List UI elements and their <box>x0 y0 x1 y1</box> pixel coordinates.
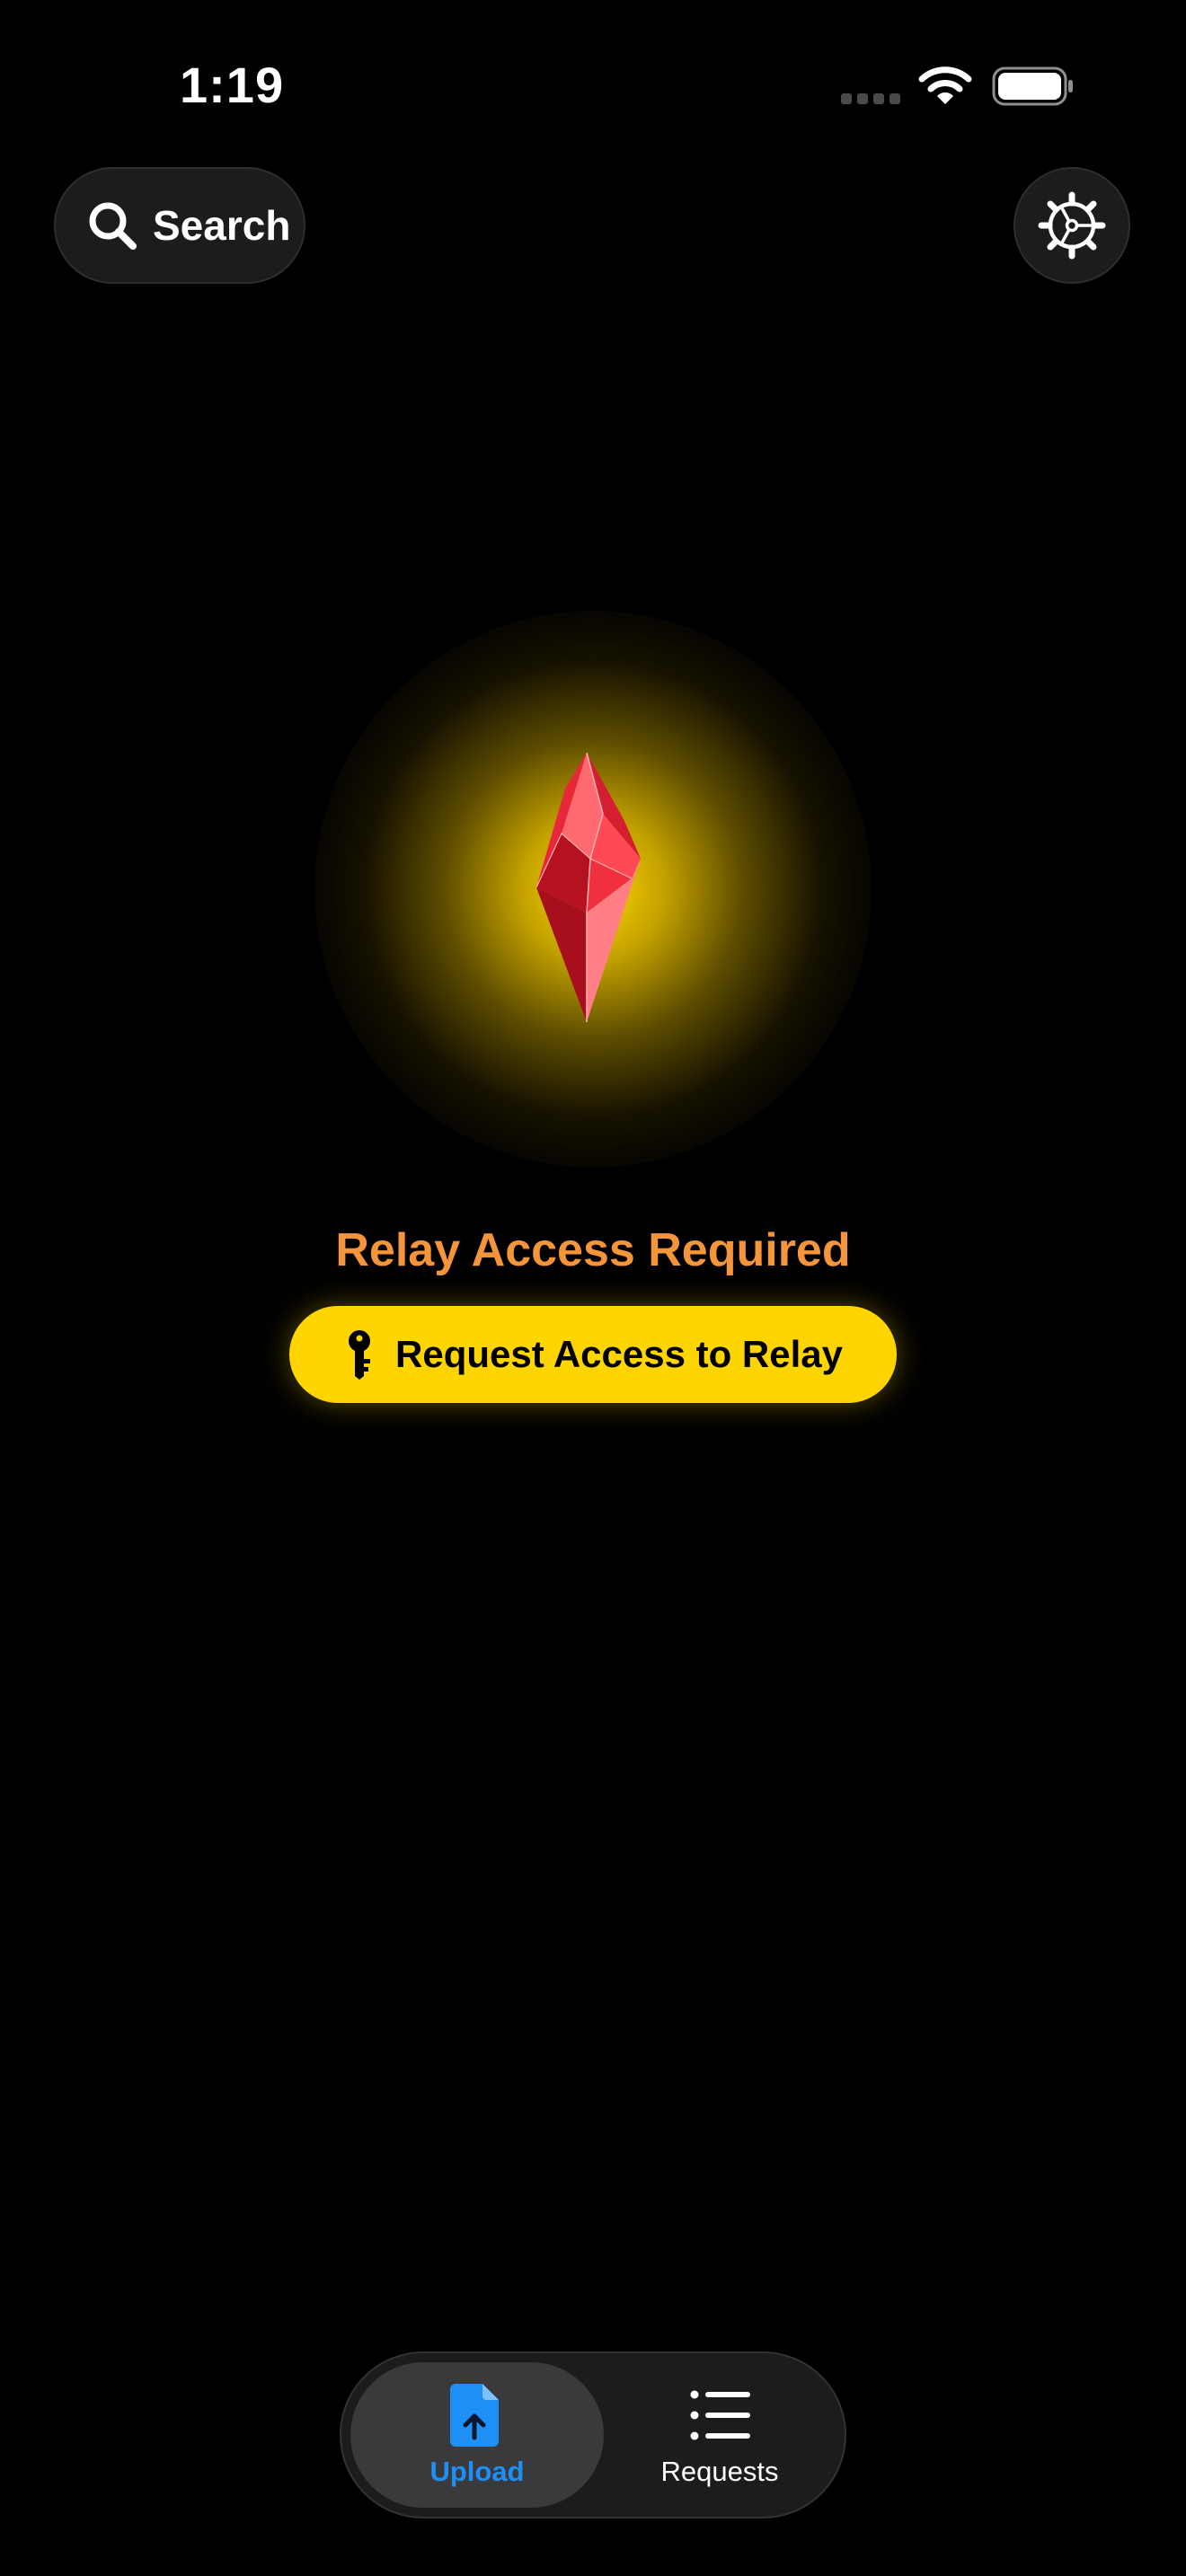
wifi-icon <box>918 66 972 104</box>
tab-requests-label: Requests <box>660 2456 779 2487</box>
cellular-signal-icon <box>841 93 900 104</box>
list-icon <box>690 2390 750 2440</box>
tab-requests[interactable]: Requests <box>604 2362 836 2508</box>
access-required-title: Relay Access Required <box>335 1224 851 1276</box>
battery-icon <box>992 66 1073 106</box>
request-access-label: Request Access to Relay <box>395 1333 843 1375</box>
search-button[interactable]: Search <box>54 167 305 284</box>
settings-button[interactable] <box>1013 167 1130 284</box>
red-crystal-image <box>535 753 641 1022</box>
status-time: 1:19 <box>180 57 285 113</box>
search-icon <box>89 202 137 250</box>
tab-upload[interactable]: Upload <box>350 2362 604 2508</box>
tab-bar: Upload Requests <box>340 2351 846 2519</box>
tab-upload-label: Upload <box>429 2456 525 2487</box>
document-upload-icon <box>450 2384 499 2447</box>
search-label: Search <box>153 202 291 249</box>
request-access-button[interactable]: Request Access to Relay <box>289 1306 897 1403</box>
key-icon <box>349 1330 370 1380</box>
gear-icon <box>1038 191 1106 260</box>
